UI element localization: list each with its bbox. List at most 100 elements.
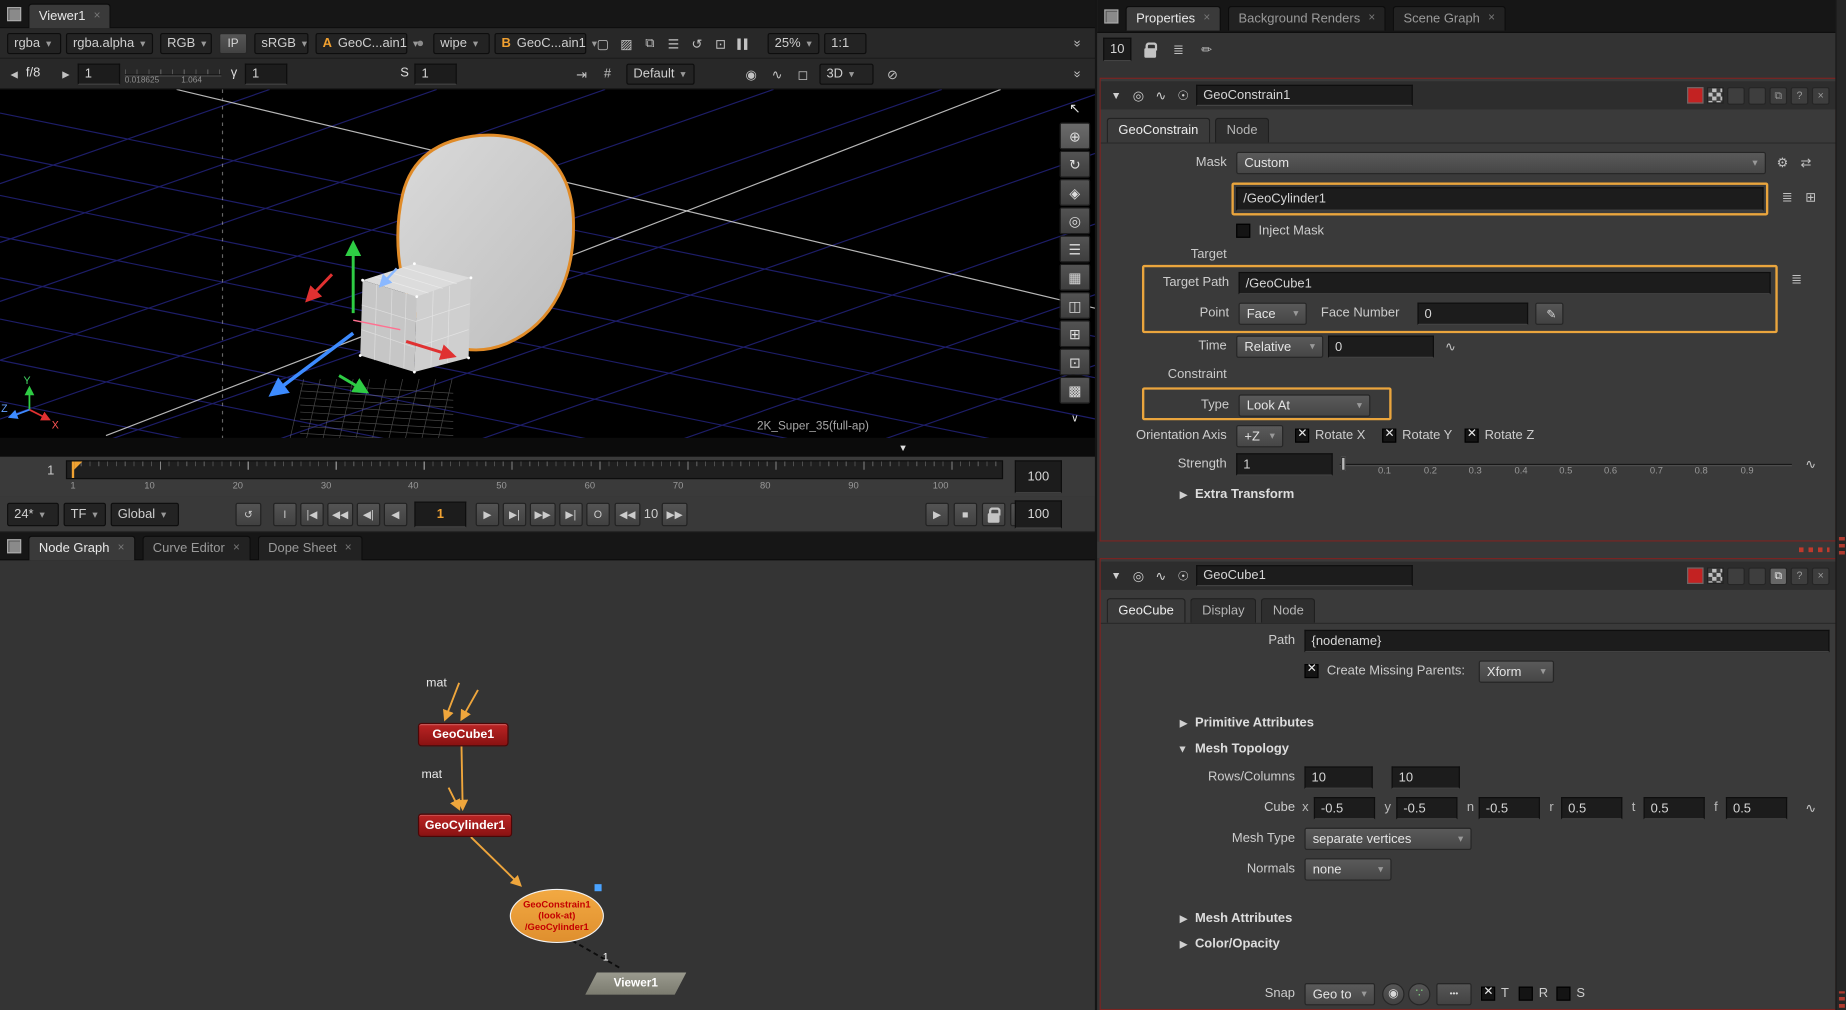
lock-range-icon[interactable] (982, 503, 1006, 527)
cube-r-input[interactable]: 0.5 (1561, 797, 1622, 819)
split-view-icon[interactable]: ◫ (1060, 292, 1091, 319)
channel-mask-swatch[interactable] (1707, 567, 1723, 583)
target-path-input[interactable]: /GeoCube1 (1239, 272, 1771, 294)
scrollbar[interactable] (1835, 0, 1846, 1010)
create-missing-dropdown[interactable]: Xform▾ (1479, 660, 1554, 682)
input-process-button[interactable]: IP (219, 33, 247, 54)
loop-mode-icon[interactable]: ↺ (235, 503, 261, 527)
pivot-tool-icon[interactable]: ◎ (1060, 207, 1091, 234)
close-icon[interactable]: × (233, 542, 240, 555)
close-icon[interactable]: × (1488, 12, 1495, 25)
jump-forward-icon[interactable]: ▶▶ (662, 503, 688, 527)
pane-menu-icon[interactable] (7, 6, 21, 20)
gain-slider[interactable]: 0.018625 1.064 (125, 64, 222, 85)
expand-info-icon[interactable]: ▼ (895, 440, 911, 454)
face-picker-button[interactable]: ✐ (1535, 303, 1563, 325)
max-panels-input[interactable]: 10 (1103, 38, 1131, 62)
node-geocylinder1[interactable]: GeoCylinder1 (418, 814, 512, 838)
rotate-z-checkbox[interactable] (1465, 429, 1479, 443)
flipbook-icon[interactable]: ▶ (925, 503, 949, 527)
mask-swap-icon[interactable]: ⇄ (1797, 153, 1816, 173)
clip-warning-icon[interactable]: ⧉ (640, 34, 659, 53)
close-icon[interactable]: × (345, 542, 352, 555)
nodegraph-canvas[interactable]: mat GeoCube1 mat GeoCylinder1 GeoConstra… (0, 560, 1096, 1010)
view-mode-dropdown[interactable]: 3D▾ (819, 64, 873, 85)
type-dropdown[interactable]: Look At▾ (1239, 394, 1371, 416)
next-keyframe-icon[interactable]: ▶▶ (530, 503, 556, 527)
expand-triangle-icon[interactable]: ▶ (1180, 489, 1188, 502)
expand-triangle-icon[interactable]: ▶ (1180, 912, 1188, 925)
collapse-triangle-icon[interactable]: ▼ (1177, 743, 1188, 755)
tab-dope-sheet[interactable]: Dope Sheet× (258, 535, 363, 560)
goto-end-icon[interactable]: ▶| (559, 503, 583, 527)
snap-t-checkbox[interactable] (1481, 987, 1495, 1001)
inject-mask-checkbox[interactable] (1236, 224, 1250, 238)
pane-menu-icon[interactable] (1104, 9, 1118, 23)
rotate-x-checkbox[interactable] (1295, 429, 1309, 443)
mask-path-input[interactable]: /GeoCylinder1 (1236, 187, 1763, 211)
node-viewer1[interactable]: Viewer1 (585, 972, 686, 994)
camera-lock-icon[interactable]: ⊘ (883, 65, 902, 84)
stop-render-icon[interactable]: ■ (954, 503, 978, 527)
slider-handle[interactable] (1341, 457, 1346, 471)
clear-panels-icon[interactable]: ≣ (1168, 38, 1189, 62)
waveform-icon[interactable]: ∿ (768, 65, 787, 84)
undo-icon[interactable] (1727, 567, 1745, 585)
node-color-swatch[interactable] (1687, 87, 1703, 103)
range-mode-dropdown[interactable]: Global▾ (111, 503, 179, 527)
scale-tool-icon[interactable]: ◈ (1060, 179, 1091, 206)
jump-back-icon[interactable]: ◀◀ (615, 503, 641, 527)
stop-up-icon[interactable]: ▶ (59, 65, 73, 84)
animation-curve-icon[interactable]: ∿ (1801, 454, 1820, 474)
point-dropdown[interactable]: Face▾ (1239, 303, 1307, 325)
goto-start-icon[interactable]: |◀ (300, 503, 324, 527)
strength-input[interactable]: 1 (1236, 453, 1333, 475)
float-panel-icon[interactable]: ⧉ (1769, 567, 1787, 585)
cube-f-input[interactable]: 0.5 (1726, 797, 1787, 819)
rows-input[interactable]: 10 (1304, 766, 1372, 788)
snap-s-checkbox[interactable] (1556, 987, 1570, 1001)
node-color-swatch[interactable] (1687, 567, 1703, 583)
lut-dropdown[interactable]: sRGB▾ (254, 33, 308, 54)
alpha-channel-dropdown[interactable]: rgba.alpha▾ (66, 33, 153, 54)
roi-icon[interactable]: ▨ (617, 34, 636, 53)
path-input[interactable]: {nodename} (1304, 630, 1829, 652)
range-end-box[interactable]: 100 (1015, 460, 1062, 493)
close-icon[interactable]: × (94, 9, 101, 22)
redo-icon[interactable] (1748, 87, 1766, 105)
fps-dropdown[interactable]: 24*▾ (7, 503, 59, 527)
current-frame-box[interactable]: 1 (414, 502, 466, 528)
stop-down-icon[interactable]: ◀ (7, 65, 21, 84)
lock-panels-icon[interactable] (1140, 38, 1161, 62)
zoom-dropdown[interactable]: 25%▾ (768, 33, 820, 54)
snap-vertex-icon[interactable]: ∵ (1408, 983, 1430, 1005)
frame-selected-icon[interactable]: ⊡ (1060, 348, 1091, 375)
tab-geocube[interactable]: GeoCube (1107, 598, 1186, 623)
prev-frame-icon[interactable]: ◀| (357, 503, 381, 527)
undo-icon[interactable] (1727, 87, 1745, 105)
face-number-input[interactable]: 0 (1417, 303, 1528, 325)
pane-menu-icon[interactable] (7, 539, 21, 553)
ratio-dropdown[interactable]: 1:1 (824, 33, 866, 54)
display-mode-icon[interactable]: ☰ (1060, 235, 1091, 262)
tab-background-renders[interactable]: Background Renders× (1228, 5, 1386, 30)
node-name-input[interactable]: GeoCube1 (1196, 565, 1413, 586)
wipe-dropdown[interactable]: wipe▾ (433, 33, 490, 54)
expand-triangle-icon[interactable]: ▶ (1180, 717, 1188, 730)
toolbar-overflow-icon[interactable]: » (1067, 64, 1088, 85)
refresh-icon[interactable]: ↺ (688, 34, 707, 53)
help-icon[interactable]: ? (1791, 567, 1809, 585)
play-backward-icon[interactable]: ◀ (384, 503, 408, 527)
toolbar-overflow-icon[interactable]: » (1067, 33, 1088, 54)
columns-input[interactable]: 10 (1392, 766, 1460, 788)
snap-r-checkbox[interactable] (1519, 987, 1533, 1001)
viewer-menu-icon[interactable]: ☰ (664, 34, 683, 53)
add-path-icon[interactable]: ⊞ (1801, 187, 1820, 207)
mesh-type-dropdown[interactable]: separate vertices▾ (1304, 828, 1471, 850)
orientation-axis-dropdown[interactable]: +Z▾ (1236, 425, 1283, 447)
float-panel-icon[interactable]: ⧉ (1769, 87, 1787, 105)
scene-list-icon[interactable]: ≣ (1787, 270, 1806, 290)
cube-t-input[interactable]: 0.5 (1644, 797, 1705, 819)
full-frame-icon[interactable]: ⊡ (711, 34, 730, 53)
shading-icon[interactable]: ▩ (1060, 377, 1091, 404)
